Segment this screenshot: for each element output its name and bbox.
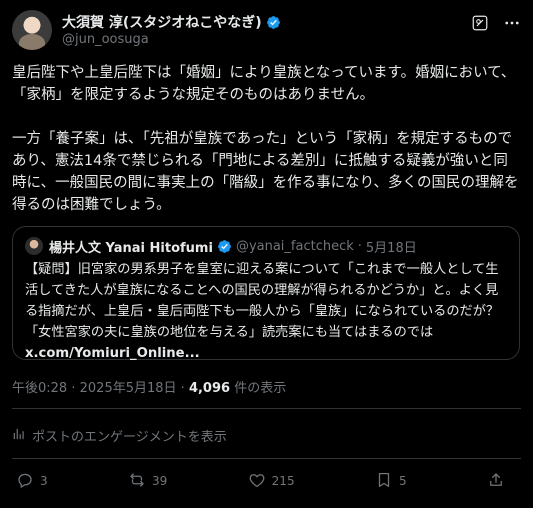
grok-icon[interactable] <box>471 14 489 36</box>
quoted-author-handle: @yanai_factcheck <box>235 238 354 254</box>
views-label: 件の表示 <box>234 381 287 396</box>
quoted-text-body: 【疑問】旧宮家の男系男子を皇室に迎える案について「これまで一般人として生活してき… <box>25 262 500 340</box>
analytics-icon <box>12 427 26 445</box>
quoted-tweet[interactable]: 楊井人文 Yanai Hitofumi @yanai_factcheck · 5… <box>12 226 520 361</box>
reply-icon <box>16 471 34 492</box>
quoted-tweet-text: 【疑問】旧宮家の男系男子を皇室に迎える案について「これまで一般人として生活してき… <box>25 259 507 364</box>
like-button[interactable]: 215 <box>248 471 295 492</box>
divider <box>12 408 521 409</box>
view-engagements-label: ポストのエンゲージメントを表示 <box>32 430 227 445</box>
quoted-verified-badge-icon <box>217 239 232 254</box>
meta-dot-separator-2: · <box>180 381 185 396</box>
quoted-author-avatar <box>25 237 43 255</box>
bookmark-icon <box>375 471 393 492</box>
repost-icon <box>128 471 146 492</box>
repost-button[interactable]: 39 <box>128 471 167 492</box>
tweet-paragraph-2: 一方「養子案」は、「先祖が皇族であった」という「家柄」を規定するものであり、憲法… <box>12 131 519 213</box>
view-engagements-link[interactable]: ポストのエンゲージメントを表示 <box>12 426 227 445</box>
repost-count: 39 <box>152 474 168 488</box>
quoted-link[interactable]: x.com/Yomiuri_Online... <box>25 346 200 361</box>
reply-count: 3 <box>40 474 48 488</box>
author-display-name[interactable]: 大須賀 淳(スタジオねこやなぎ) <box>62 12 262 32</box>
quoted-tweet-header: 楊井人文 Yanai Hitofumi @yanai_factcheck · 5… <box>25 237 507 256</box>
share-icon <box>487 471 505 492</box>
verified-badge-icon <box>266 15 281 30</box>
quoted-dot-separator: · <box>357 238 362 254</box>
bookmark-count: 5 <box>398 474 407 488</box>
tweet-meta: 午後0:28 · 2025年5月18日 · 4,096 件の表示 <box>12 377 286 396</box>
quoted-date: 5月18日 <box>365 240 417 256</box>
share-button[interactable] <box>487 471 517 492</box>
meta-dot-separator: · <box>71 381 76 396</box>
post-time[interactable]: 午後0:28 <box>12 381 67 396</box>
tweet-body: 皇后陛下や上皇后陛下は「婚姻」により皇族となっています。婚姻において、「家柄」を… <box>12 62 522 216</box>
author-avatar[interactable] <box>12 10 52 50</box>
header-actions <box>471 14 521 36</box>
bookmark-button[interactable]: 5 <box>375 471 407 492</box>
more-options-icon[interactable] <box>503 14 521 36</box>
tweet-header: 大須賀 淳(スタジオねこやなぎ) @jun_oosuga <box>12 10 521 50</box>
action-bar: 3 39 215 5 <box>16 470 517 492</box>
tweet-paragraph-1: 皇后陛下や上皇后陛下は「婚姻」により皇族となっています。婚姻において、「家柄」を… <box>12 65 516 103</box>
author-name-row: 大須賀 淳(スタジオねこやなぎ) <box>62 12 281 32</box>
quoted-author-display-name: 楊井人文 Yanai Hitofumi <box>49 240 213 256</box>
post-date[interactable]: 2025年5月18日 <box>80 381 177 396</box>
like-count: 215 <box>271 474 295 488</box>
divider <box>12 458 521 459</box>
reply-button[interactable]: 3 <box>16 471 48 492</box>
views-count: 4,096 <box>188 381 231 396</box>
heart-icon <box>248 471 266 492</box>
author-handle[interactable]: @jun_oosuga <box>62 32 149 47</box>
